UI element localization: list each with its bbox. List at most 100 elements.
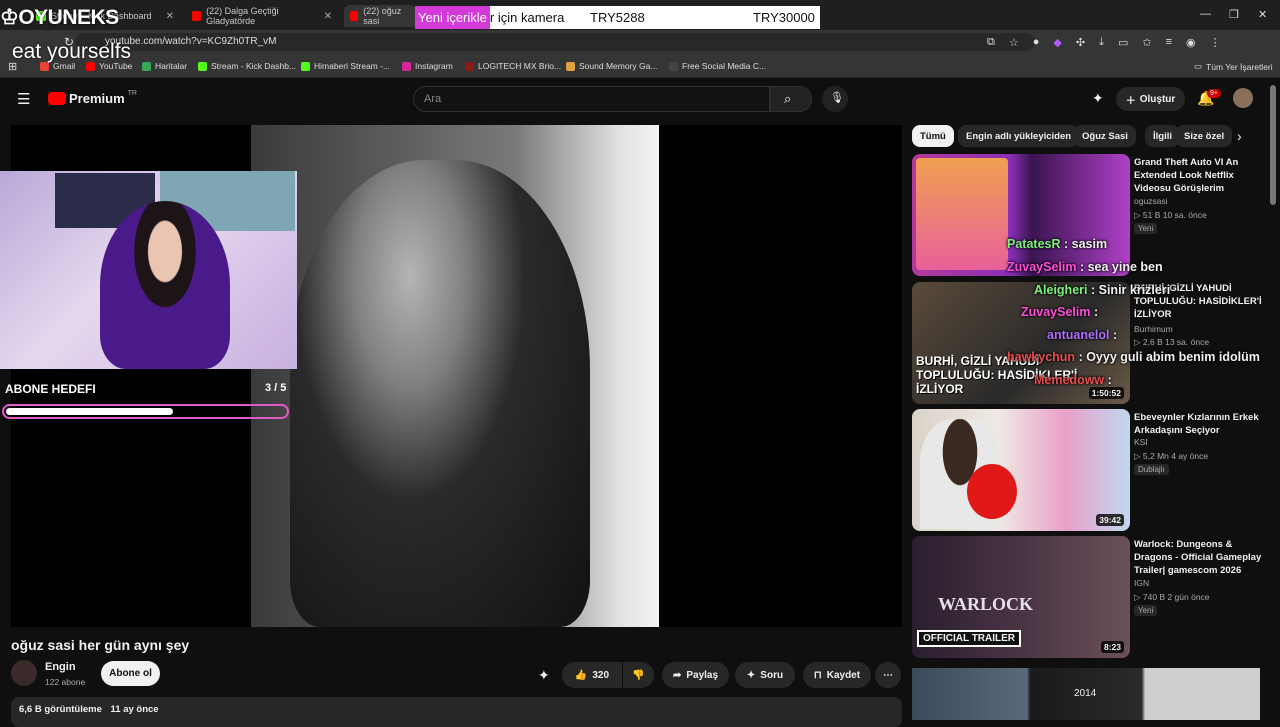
rec-title[interactable]: Grand Theft Auto VI An Extended Look Net… [1134, 156, 1264, 195]
puzzle-icon[interactable]: ✣ [1076, 36, 1085, 49]
chat-message: PatatesR : sasim [1007, 237, 1108, 251]
folder-icon: ▭ [1194, 61, 1203, 71]
rec-channel[interactable]: Burhimum [1134, 324, 1173, 334]
more-actions-button[interactable]: ⋯ [875, 662, 901, 688]
scrollbar[interactable] [1270, 85, 1276, 205]
rec-thumbnail[interactable]: 2014 [912, 668, 1260, 720]
chat-message: Memedoww : [1034, 373, 1112, 387]
rec-title[interactable]: Warlock: Dungeons & Dragons - Official G… [1134, 538, 1264, 577]
chat-message: Aleigheri : Sinir krizleri [1034, 283, 1171, 297]
sub-goal-bar [2, 404, 289, 419]
share-icon: ➦ [672, 669, 682, 681]
close-icon[interactable]: ✕ [166, 11, 174, 22]
chat-message: antuanelol : [1047, 328, 1118, 342]
chat-message: ZuvaySelim : [1021, 305, 1099, 319]
share-button[interactable]: ➦ Paylaş [662, 662, 729, 688]
extension-icon[interactable]: ◆ [1053, 36, 1061, 49]
sparkle-icon: ✦ [746, 669, 756, 681]
premium-icon[interactable]: ✦ [538, 667, 550, 684]
youtube-play-icon [48, 92, 66, 105]
close-icon[interactable]: ✕ [324, 11, 332, 22]
sub-goal-fill [6, 408, 174, 415]
search-input[interactable]: Ara [413, 86, 770, 112]
bookmark-free-social[interactable]: Free Social Media C... [669, 61, 766, 71]
subscribe-button[interactable]: Abone ol [101, 661, 160, 686]
crown-icon: ♔ [0, 6, 19, 29]
rec-thumbnail[interactable]: 39:42 [912, 409, 1130, 531]
save-button[interactable]: ⊓ Kaydet [803, 662, 871, 688]
overlay-caption: eat yourselfs [12, 40, 132, 63]
bookmark-logitech[interactable]: LOGITECH MX Brio... [465, 61, 561, 71]
ask-button[interactable]: ✦ Soru [735, 662, 795, 688]
balloon-image [967, 464, 1017, 519]
rec-channel[interactable]: IGN [1134, 578, 1149, 588]
like-button[interactable]: 👍 320 [562, 662, 622, 688]
rec-title[interactable]: Ebeveynler Kızlarının Erkek Arkadaşını S… [1134, 411, 1264, 437]
new-badge: Yeni [1134, 223, 1158, 234]
youtube-icon [192, 11, 202, 21]
more-icon: ⋯ [883, 669, 893, 681]
sub-goal-count: 3 / 5 [265, 382, 287, 394]
minimize-icon[interactable]: — [1200, 8, 1211, 20]
more-icon[interactable]: ⋮ [1210, 36, 1221, 49]
create-button[interactable]: ＋ Oluştur [1116, 87, 1185, 111]
dub-badge: Dublajlı [1134, 464, 1169, 475]
all-bookmarks[interactable]: ▭ Tüm Yer İşaretleri [1194, 61, 1273, 72]
rec-channel[interactable]: oguzsasi [1134, 196, 1168, 206]
avatar[interactable] [1233, 88, 1253, 108]
favorites-icon[interactable]: ✩ [1142, 36, 1151, 49]
bookmark-himaberl[interactable]: Himaberl Stream -... [301, 61, 390, 71]
close-window-icon[interactable]: ✕ [1258, 8, 1267, 21]
profile-icon[interactable]: ◉ [1186, 36, 1196, 49]
video-title: oğuz sasi her gün aynı şey [11, 637, 190, 653]
maps-icon [142, 61, 151, 71]
menu-icon[interactable]: ≡ [1166, 36, 1172, 49]
hamburger-icon[interactable]: ☰ [17, 90, 30, 108]
search-button[interactable]: ⌕ [770, 86, 812, 112]
thumbs-up-icon: 👍 [574, 669, 588, 681]
chevron-right-icon[interactable]: › [1237, 128, 1242, 144]
dislike-button[interactable]: 👎 [623, 662, 654, 688]
chip-for-you[interactable]: Size özel [1176, 125, 1233, 147]
channel-name[interactable]: Engin [45, 661, 76, 673]
rec-meta: ▷ 2,6 B 13 sa. önce [1134, 337, 1210, 347]
tab-title: (22) Dalga Geçtiği Gladyatörde [206, 6, 279, 26]
rec-channel[interactable]: KSI [1134, 437, 1148, 447]
youtube-logo[interactable]: Premium TR [48, 90, 137, 106]
rec-thumbnail[interactable]: WARLOCK OFFICIAL TRAILER 8:23 [912, 536, 1130, 658]
kick-icon [198, 61, 207, 71]
rec-thumbnail[interactable] [912, 154, 1130, 276]
browser-toolbar-icons: ⧉ ☆ ● ◆ ✣ ⤓ ▭ ✩ ≡ ◉ ⋮ [987, 36, 1221, 49]
bookmark-maps[interactable]: Haritalar [142, 61, 187, 71]
channel-avatar[interactable] [11, 660, 37, 686]
thumb-text: 2014 [1074, 688, 1097, 699]
rec-item[interactable]: WARLOCK OFFICIAL TRAILER 8:23 Warlock: D… [912, 536, 1272, 658]
bookmark-sound-memory[interactable]: Sound Memory Ga... [566, 61, 657, 71]
chip-uploader[interactable]: Engin adlı yükleyiciden [958, 125, 1080, 147]
voice-search-button[interactable]: 🎙 [822, 86, 848, 112]
chip-all[interactable]: Tümü [912, 125, 954, 147]
chip-oguz-sasi[interactable]: Oğuz Sasi [1074, 125, 1136, 147]
mic-icon: 🎙 [830, 92, 844, 104]
sidebar-icon[interactable]: ▭ [1118, 36, 1128, 49]
bookmark-kick[interactable]: Stream - Kick Dashb... [198, 61, 296, 71]
tab-oguz-sasi[interactable]: (22) oğuz sasi [344, 5, 416, 27]
maximize-icon[interactable]: ❐ [1229, 8, 1239, 21]
tab-dalga[interactable]: (22) Dalga Geçtiği Gladyatörde ✕ [186, 5, 338, 27]
rec-meta: ▷ 740 B 2 gün önce [1134, 592, 1210, 602]
streamer-image [100, 201, 230, 369]
studio-icon[interactable]: ✦ [1092, 90, 1104, 107]
tab-title: (22) oğuz sasi [363, 6, 402, 26]
install-icon[interactable]: ⧉ [987, 36, 995, 49]
rec-item[interactable]: 39:42 Ebeveynler Kızlarının Erkek Arkada… [912, 409, 1272, 531]
bookmark-instagram[interactable]: Instagram [402, 61, 453, 71]
extension-icon[interactable]: ● [1033, 36, 1040, 49]
kick-icon [301, 61, 310, 71]
oyuneks-logo: ♔OYUNEKS [0, 6, 119, 29]
chip-related[interactable]: İlgili [1145, 125, 1180, 147]
download-icon[interactable]: ⤓ [1099, 36, 1104, 49]
star-icon[interactable]: ☆ [1009, 36, 1019, 49]
rec-item[interactable]: Grand Theft Auto VI An Extended Look Net… [912, 154, 1272, 276]
description-box[interactable]: 6,6 B görüntüleme 11 ay önce [11, 697, 902, 727]
thumb-tag: OFFICIAL TRAILER [917, 630, 1022, 647]
